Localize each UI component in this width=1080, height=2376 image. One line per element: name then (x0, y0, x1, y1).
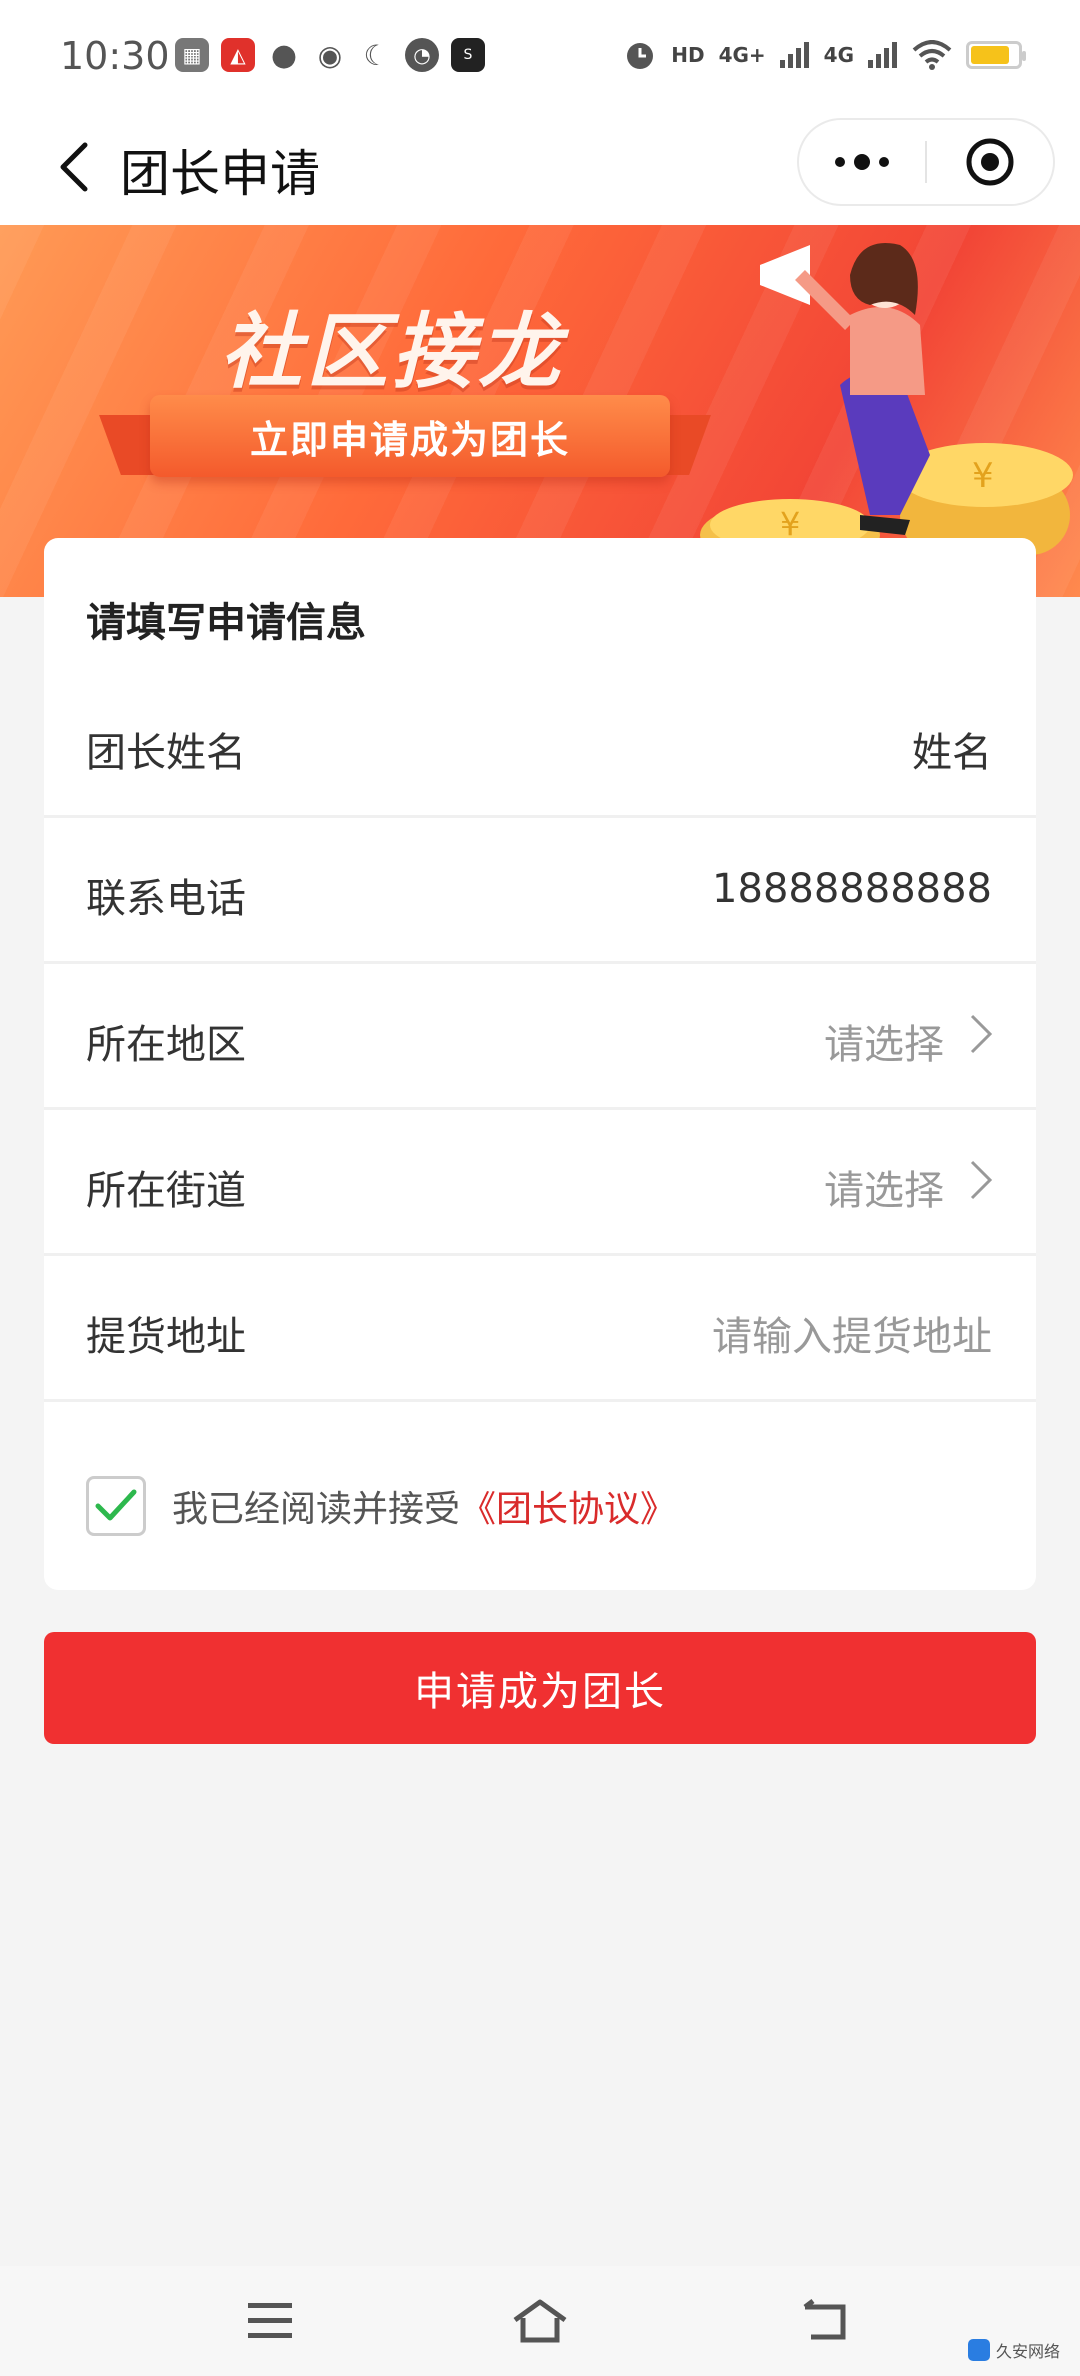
app-notification-icon: ▦ (175, 38, 209, 72)
agreement-text: 我已经阅读并接受 (172, 1489, 461, 1530)
chevron-left-icon (60, 142, 88, 192)
status-bar: 10:30 ▦ ◭ ● ◉ ☾ ◔ S HD 4G+ 4G (0, 0, 1080, 110)
pickup-address-input[interactable]: 请输入提货地址 (712, 1304, 992, 1362)
menu-button[interactable] (235, 2286, 305, 2356)
form-row-region[interactable]: 所在地区 请选择 (44, 964, 1036, 1110)
miniprogram-capsule (797, 118, 1055, 206)
apply-leader-button[interactable]: 申请成为团长 (44, 1632, 1036, 1744)
more-dots-icon (835, 154, 889, 170)
banner-ribbon: 立即申请成为团长 (150, 395, 670, 477)
message-icon: ● (270, 37, 298, 73)
phone-input[interactable]: 18888888888 (712, 866, 992, 912)
target-close-icon (966, 138, 1014, 186)
hd-indicator: HD (671, 43, 705, 67)
field-label: 所在地区 (86, 1022, 246, 1068)
banner-title: 社区接龙 (220, 305, 564, 400)
back-system-button[interactable] (790, 2286, 860, 2356)
notification-icons: ▦ ◭ ● ◉ ☾ ◔ S (175, 37, 485, 73)
watermark-logo-icon (967, 2339, 990, 2361)
leader-agreement-link[interactable]: 《团长协议》 (460, 1480, 676, 1532)
chevron-right-icon (970, 1160, 993, 1200)
agreement-row: 我已经阅读并接受 《团长协议》 (86, 1476, 676, 1536)
field-label: 所在街道 (86, 1168, 246, 1214)
wifi-icon (912, 40, 952, 70)
banner-subtitle: 立即申请成为团长 (249, 417, 570, 462)
form-section-title: 请填写申请信息 (86, 600, 366, 646)
battery-icon (966, 41, 1026, 69)
status-time: 10:30 (60, 34, 170, 78)
more-button[interactable] (799, 120, 925, 204)
form-row-leader-name[interactable]: 团长姓名 姓名 (44, 672, 1036, 818)
nav-bar: 团长申请 (0, 110, 1080, 225)
system-indicators: HD 4G+ 4G (623, 38, 1026, 72)
missed-call-icon: ☾ (363, 38, 389, 72)
home-icon (513, 2299, 567, 2343)
close-miniprogram-button[interactable] (927, 120, 1053, 204)
svg-text:¥: ¥ (972, 456, 994, 496)
region-select[interactable]: 请选择 (824, 1012, 944, 1070)
checkmark-icon (95, 1489, 137, 1521)
chevron-right-icon (970, 1014, 993, 1054)
form-row-pickup-address[interactable]: 提货地址 请输入提货地址 (44, 1256, 1036, 1402)
signal-4g-indicator: 4G (823, 43, 854, 67)
field-label: 提货地址 (86, 1314, 246, 1360)
form-row-phone[interactable]: 联系电话 18888888888 (44, 818, 1036, 964)
home-button[interactable] (505, 2286, 575, 2356)
signal-bars-icon (868, 42, 897, 68)
system-nav-bar: 久安网络 (0, 2266, 1080, 2376)
application-form-card: 请填写申请信息 团长姓名 姓名 联系电话 18888888888 所在地区 请选… (44, 538, 1036, 1590)
signal-bars-icon (779, 42, 809, 68)
signal-4g-plus-indicator: 4G+ (718, 43, 766, 67)
field-label: 联系电话 (86, 876, 246, 922)
watermark-text: 久安网络 (995, 2342, 1060, 2361)
speed-icon: ◔ (405, 38, 439, 72)
watermark: 久安网络 (967, 2338, 1060, 2362)
back-button[interactable] (38, 132, 108, 202)
leader-name-input[interactable]: 姓名 (912, 720, 992, 778)
agreement-checkbox[interactable] (86, 1476, 146, 1536)
wechat-icon: ◉ (317, 38, 343, 72)
app-notification-icon: ◭ (221, 38, 255, 72)
page-title: 团长申请 (120, 145, 320, 203)
street-select[interactable]: 请选择 (824, 1158, 944, 1216)
menu-icon (248, 2303, 292, 2338)
alarm-icon (627, 43, 654, 69)
form-row-street[interactable]: 所在街道 请选择 (44, 1110, 1036, 1256)
field-label: 团长姓名 (86, 730, 246, 776)
back-arrow-icon (803, 2299, 846, 2340)
soul-app-icon: S (451, 38, 485, 72)
